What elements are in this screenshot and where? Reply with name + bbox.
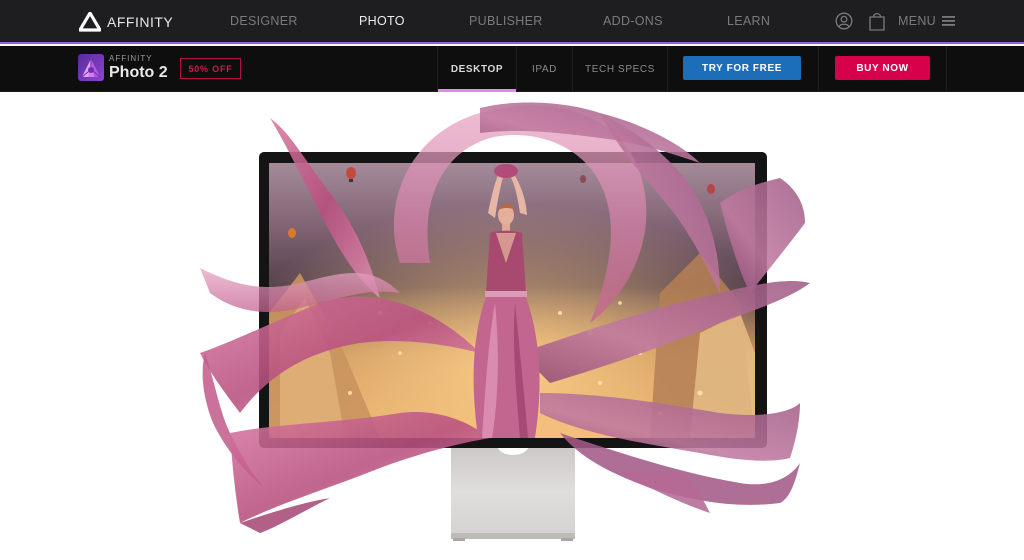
affinity-brand-name: AFFINITY bbox=[107, 14, 174, 30]
shopping-bag-icon bbox=[869, 12, 885, 31]
menu-button[interactable]: MENU bbox=[898, 14, 956, 28]
monitor-stand bbox=[451, 435, 575, 541]
sale-badge[interactable]: 50% OFF bbox=[180, 58, 241, 79]
hero-image bbox=[200, 102, 810, 541]
global-nav: AFFINITY DESIGNER PHOTO PUBLISHER ADD-ON… bbox=[0, 0, 1024, 44]
try-for-free-button[interactable]: TRY FOR FREE bbox=[683, 56, 801, 80]
affinity-logo-icon bbox=[79, 12, 101, 32]
nav-publisher[interactable]: PUBLISHER bbox=[469, 14, 543, 28]
divider bbox=[946, 46, 947, 92]
affinity-photo-app-icon bbox=[78, 54, 104, 81]
tab-desktop[interactable]: DESKTOP bbox=[437, 46, 516, 92]
divider bbox=[818, 46, 819, 92]
affinity-photo-2-logo-link[interactable]: AFFINITY Photo 2 bbox=[78, 54, 168, 81]
account-button[interactable] bbox=[835, 12, 853, 35]
hamburger-icon bbox=[942, 16, 956, 26]
tab-tech-specs[interactable]: TECH SPECS bbox=[572, 46, 668, 92]
product-family-label: AFFINITY bbox=[109, 53, 153, 63]
product-name: Photo 2 bbox=[109, 63, 168, 81]
affinity-logo-link[interactable]: AFFINITY bbox=[79, 11, 173, 33]
hero-section bbox=[0, 93, 1024, 560]
buy-now-button[interactable]: BUY NOW bbox=[835, 56, 930, 80]
nav-photo[interactable]: PHOTO bbox=[359, 14, 405, 28]
product-nav: AFFINITY Photo 2 50% OFF DESKTOP IPAD TE… bbox=[0, 46, 1024, 92]
nav-designer[interactable]: DESIGNER bbox=[230, 14, 298, 28]
user-circle-icon bbox=[835, 12, 853, 30]
nav-add-ons[interactable]: ADD-ONS bbox=[603, 14, 663, 28]
cart-button[interactable] bbox=[868, 11, 886, 36]
menu-label: MENU bbox=[898, 14, 937, 28]
tab-ipad[interactable]: IPAD bbox=[516, 46, 572, 92]
nav-learn[interactable]: LEARN bbox=[727, 14, 770, 28]
